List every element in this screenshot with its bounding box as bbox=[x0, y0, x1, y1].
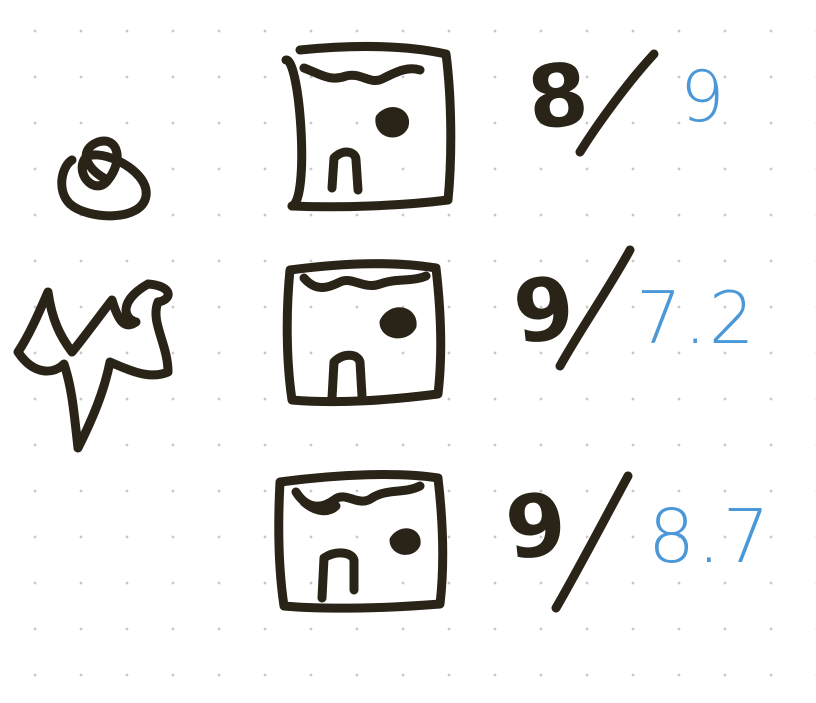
first-number-mark-1: 8 bbox=[522, 44, 593, 150]
handwritten-note: 8 9 9 9 7.2 8.7 bbox=[0, 0, 816, 703]
blue-number-2: 7.2 bbox=[636, 276, 757, 360]
heart-loop-doodle bbox=[57, 136, 151, 221]
first-number-mark-2: 9 bbox=[508, 258, 579, 364]
building-sketch-1 bbox=[281, 42, 456, 212]
spiky-leaf-doodle bbox=[13, 279, 173, 453]
blue-number-1: 9 bbox=[680, 56, 727, 138]
building-sketch-2 bbox=[282, 259, 446, 407]
first-number-mark-3: 9 bbox=[500, 474, 571, 580]
blue-number-3: 8.7 bbox=[648, 494, 772, 580]
building-sketch-3 bbox=[274, 470, 448, 613]
